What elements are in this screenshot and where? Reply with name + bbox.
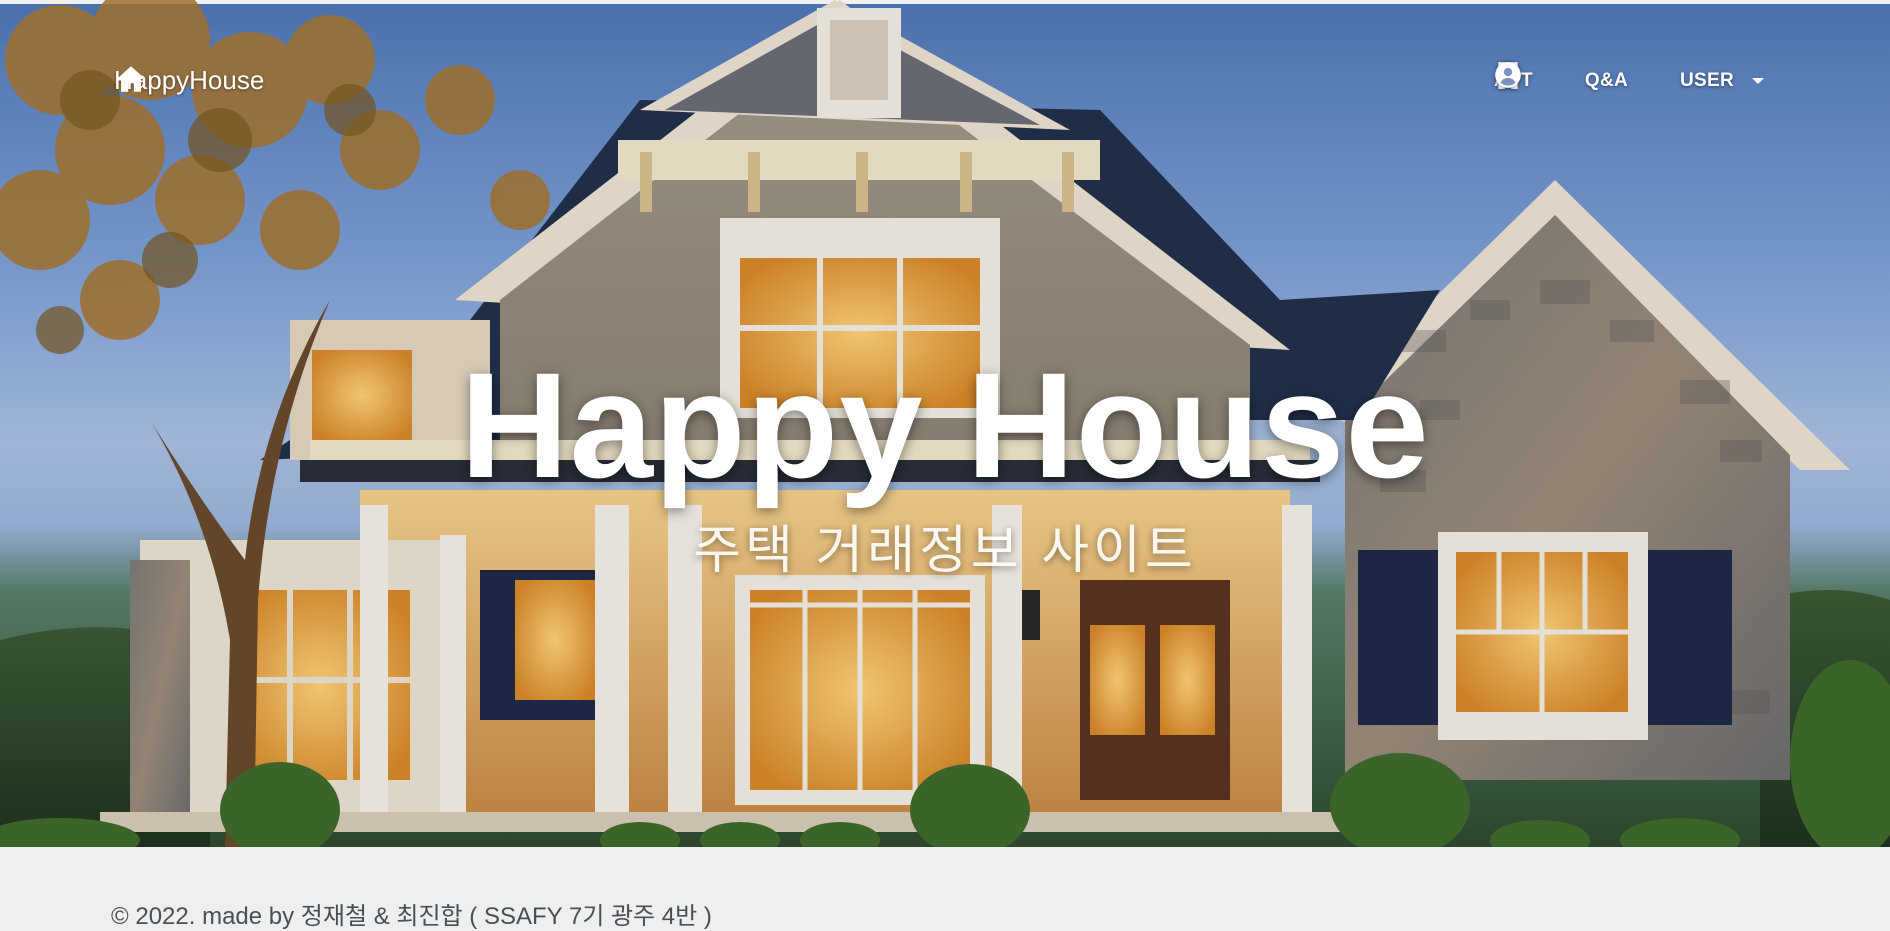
account-circle-icon: [1495, 62, 1521, 88]
nav-qna-link[interactable]: Q&A: [1501, 60, 1628, 102]
brand-logo[interactable]: HappyHouse: [114, 62, 264, 98]
hero-subtitle: 주택 거래정보 사이트: [693, 522, 1197, 580]
main-nav: APT Q&A USER: [1494, 60, 1764, 102]
nav-qna-label: Q&A: [1584, 70, 1628, 91]
home-icon: [116, 66, 146, 92]
nav-user-menu[interactable]: USER: [1495, 60, 1764, 102]
hero-title: Happy House: [460, 341, 1430, 509]
nav-user-label: USER: [1680, 70, 1734, 91]
caret-down-icon: [1752, 78, 1764, 84]
footer-copyright: © 2022. made by 정재철 & 최진합 ( SSAFY 7기 광주 …: [111, 903, 712, 930]
hero-banner: HappyHouse APT Q&A: [0, 0, 1890, 847]
